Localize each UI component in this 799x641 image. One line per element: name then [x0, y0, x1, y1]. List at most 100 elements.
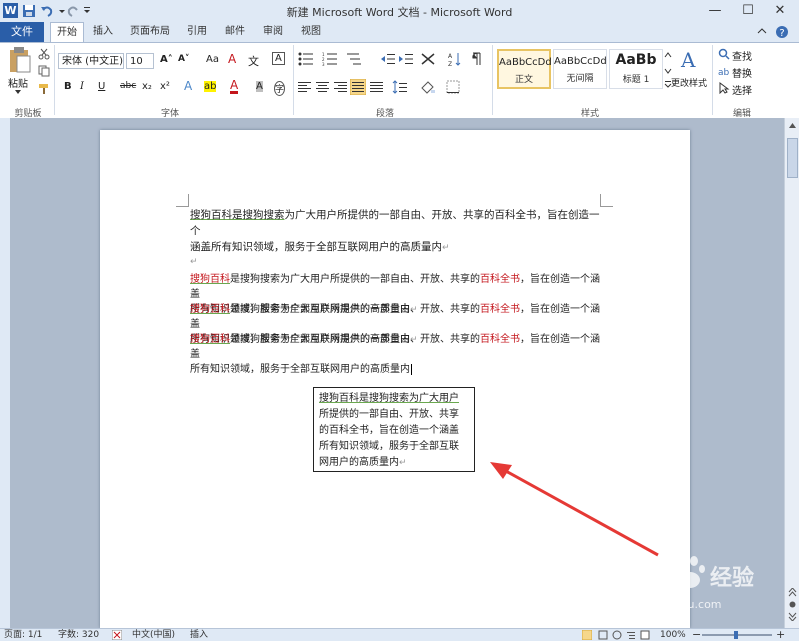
format-painter-icon[interactable]	[38, 83, 50, 95]
maximize-button[interactable]: ☐	[733, 0, 763, 22]
paragraph-text: 所有知识领域，服务于全部互联网用户的高质量内	[190, 364, 410, 375]
outline-view-icon[interactable]	[626, 630, 636, 640]
tab-file[interactable]: 文件	[0, 22, 44, 42]
zoom-in-button[interactable]: +	[776, 629, 785, 641]
show-marks-icon[interactable]	[470, 51, 482, 67]
red-text: 百科全书	[480, 274, 520, 285]
multilevel-list-icon[interactable]	[346, 52, 362, 66]
select-button[interactable]: 选择	[732, 82, 752, 97]
help-icon[interactable]: ?	[775, 25, 789, 39]
status-insert-mode[interactable]: 插入	[190, 629, 208, 641]
tab-insert[interactable]: 插入	[90, 22, 116, 42]
textbox-line: 所提供的一部自由、开放、共享	[319, 409, 459, 420]
chinese-layout-icon[interactable]	[420, 52, 438, 66]
svg-text:?: ?	[779, 28, 784, 39]
text-box[interactable]: 搜狗百科是搜狗搜索为广大用户 所提供的一部自由、开放、共享 的百科全书，旨在创造…	[313, 387, 475, 472]
draft-view-icon[interactable]	[640, 630, 650, 640]
zoom-level[interactable]: 100%	[660, 629, 686, 641]
svg-text:ab: ab	[718, 68, 730, 77]
tab-page-layout[interactable]: 页面布局	[128, 22, 172, 42]
bullets-icon[interactable]	[298, 52, 314, 66]
style-heading-1[interactable]: AaBb 标题 1	[609, 49, 663, 89]
grow-font-button[interactable]: A˄	[160, 54, 173, 65]
underline-button[interactable]: U	[98, 81, 105, 92]
svg-text:Z: Z	[448, 61, 452, 67]
align-right-icon[interactable]	[334, 81, 348, 93]
superscript-button[interactable]: x²	[160, 81, 170, 92]
tab-review[interactable]: 审阅	[260, 22, 286, 42]
print-layout-view-icon[interactable]	[582, 630, 592, 640]
style-normal[interactable]: AaBbCcDd 正文	[497, 49, 552, 89]
margin-corner-mark	[176, 194, 189, 207]
replace-button[interactable]: 替换	[732, 65, 752, 80]
sort-icon[interactable]: AZ	[448, 51, 462, 67]
status-words[interactable]: 字数: 320	[58, 629, 99, 641]
select-icon[interactable]	[718, 82, 730, 94]
status-language[interactable]: 中文(中国)	[132, 629, 175, 641]
font-color-button[interactable]: A	[230, 79, 239, 94]
scroll-up-icon[interactable]	[788, 122, 797, 129]
change-styles-button[interactable]: 更改样式	[671, 76, 707, 89]
style-preview: AaBb	[615, 52, 657, 68]
italic-button[interactable]: I	[80, 81, 84, 92]
copy-icon[interactable]	[38, 65, 50, 77]
enclose-char-button[interactable]: 字	[274, 81, 286, 96]
line-spacing-icon[interactable]	[392, 80, 408, 94]
change-case-button[interactable]: Aa	[206, 54, 219, 65]
shading-icon[interactable]	[420, 80, 436, 94]
scrollbar-thumb[interactable]	[787, 138, 798, 178]
full-screen-view-icon[interactable]	[598, 630, 608, 640]
zoom-slider-thumb[interactable]	[734, 631, 738, 639]
change-styles-icon[interactable]: A	[679, 47, 701, 71]
justify-icon[interactable]	[350, 79, 366, 95]
paste-icon[interactable]	[8, 46, 32, 74]
tab-mailings[interactable]: 邮件	[222, 22, 248, 42]
svg-text:A: A	[448, 53, 453, 60]
distributed-icon[interactable]	[370, 81, 384, 93]
paste-button[interactable]: 粘贴	[8, 75, 28, 90]
red-text: 搜狗百科	[190, 334, 230, 345]
char-border-button[interactable]: A	[272, 52, 285, 65]
paste-dropdown-icon[interactable]	[14, 89, 22, 95]
decrease-indent-icon[interactable]	[380, 52, 396, 66]
replace-icon[interactable]: ab	[718, 65, 730, 77]
subscript-button[interactable]: x₂	[142, 81, 152, 92]
minimize-button[interactable]: —	[700, 0, 730, 22]
strikethrough-button[interactable]: abc	[120, 81, 136, 91]
style-name: 标题 1	[622, 75, 650, 85]
red-text: 搜狗百科	[190, 304, 230, 315]
close-button[interactable]: ✕	[765, 0, 795, 22]
cut-icon[interactable]	[38, 48, 50, 60]
text-cursor: ​	[411, 364, 412, 375]
style-name: 正文	[514, 75, 533, 85]
highlight-button[interactable]: ab	[204, 81, 217, 92]
style-no-spacing[interactable]: AaBbCcDd 无间隔	[553, 49, 607, 89]
web-layout-view-icon[interactable]	[612, 630, 622, 640]
tab-home[interactable]: 开始	[50, 22, 84, 43]
font-size-select[interactable]: 10	[126, 53, 154, 69]
proofing-icon[interactable]	[112, 630, 122, 640]
collapse-ribbon-icon[interactable]	[757, 27, 767, 37]
tab-references[interactable]: 引用	[184, 22, 210, 42]
borders-icon[interactable]	[446, 80, 462, 94]
title-bar: W 新建 Microsoft Word 文档 - Microsoft Word …	[0, 0, 799, 23]
paragraph-text: 是搜狗搜索为广大用户所提供的一部自由、开放、共享的	[230, 304, 480, 315]
text-effect-button[interactable]: A	[184, 79, 192, 93]
align-center-icon[interactable]	[316, 81, 330, 93]
shrink-font-button[interactable]: A˅	[178, 54, 189, 64]
empty-paragraph-mark: ↵	[190, 257, 198, 267]
numbering-icon[interactable]: 123	[322, 52, 338, 66]
zoom-out-button[interactable]: −	[692, 629, 701, 641]
status-page[interactable]: 页面: 1/1	[4, 629, 42, 641]
phonetic-guide-button[interactable]: 文	[248, 53, 259, 69]
clear-format-button[interactable]: A	[228, 52, 236, 66]
align-left-icon[interactable]	[298, 81, 312, 93]
find-button[interactable]: 查找	[732, 48, 752, 63]
tab-view[interactable]: 视图	[298, 22, 324, 42]
bold-button[interactable]: B	[64, 81, 72, 92]
find-icon[interactable]	[718, 48, 730, 60]
document-paragraph-4[interactable]: 搜狗百科是搜狗搜索为广大用户所提供的一部自由、开放、共享的百科全书，旨在创造一个…	[190, 332, 605, 377]
font-name-select[interactable]: 宋体 (中文正)	[58, 53, 124, 69]
increase-indent-icon[interactable]	[398, 52, 414, 66]
char-shading-button[interactable]: A	[256, 81, 263, 92]
